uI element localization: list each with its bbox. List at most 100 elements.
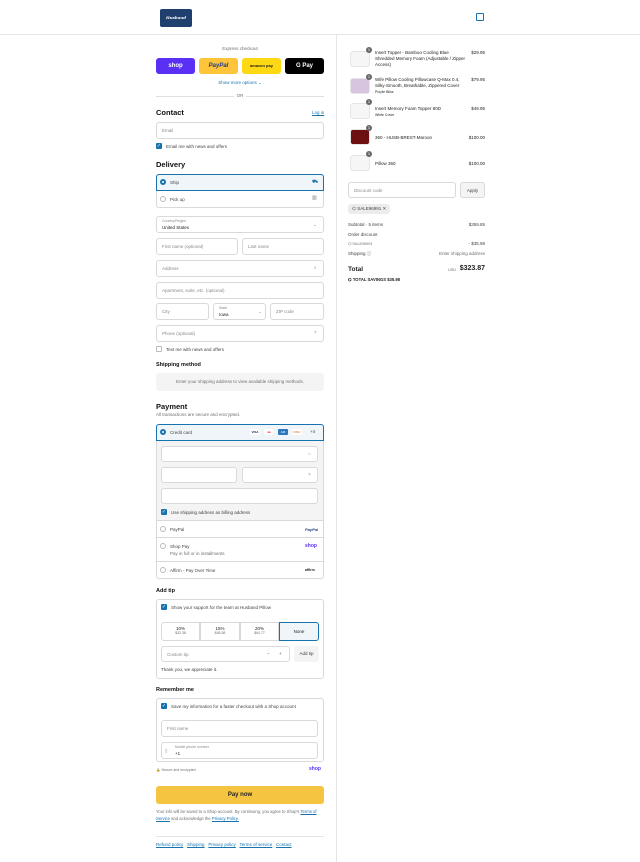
first-name-input[interactable]: First name (optional) bbox=[156, 238, 238, 255]
remember-checkbox[interactable]: ✓ bbox=[161, 703, 167, 709]
name-on-card-input[interactable] bbox=[161, 488, 318, 504]
country-select[interactable]: Country/Region United States ⌄ bbox=[156, 216, 324, 233]
custom-tip-input[interactable]: Custom tip − + bbox=[161, 646, 290, 662]
ship-option[interactable] bbox=[156, 174, 324, 191]
affirm-label: Affirm - Pay Over Time bbox=[170, 568, 216, 573]
login-link[interactable]: Log in bbox=[312, 110, 324, 115]
shipping-label: Shipping ⓘ bbox=[348, 251, 372, 256]
total-savings: ⌬ TOTAL SAVINGS $35.98 bbox=[348, 277, 401, 282]
text-me-checkbox[interactable] bbox=[156, 346, 162, 352]
google-pay-button[interactable]: G Pay bbox=[285, 58, 324, 74]
apply-button[interactable]: Apply bbox=[460, 182, 485, 198]
footer-divider bbox=[156, 836, 324, 837]
news-label: Email me with news and offers bbox=[166, 144, 227, 149]
discount-amount: - $35.98 bbox=[468, 241, 485, 246]
credit-card-radio[interactable] bbox=[160, 429, 166, 435]
mobile-phone-input[interactable]: ▯ Mobile phone number +1 bbox=[161, 742, 318, 759]
tip-option-20[interactable]: 20% $64.77 bbox=[240, 622, 279, 641]
expiry-input[interactable] bbox=[161, 467, 237, 483]
quantity-badge: 1 bbox=[366, 47, 372, 53]
quantity-badge: 1 bbox=[366, 74, 372, 80]
shop-pay-button[interactable]: shop bbox=[156, 58, 195, 74]
product-name: Wife Pillow Cooling Pillowcase Q-Max 0.4… bbox=[375, 77, 460, 88]
product-image bbox=[350, 103, 370, 119]
footer-terms[interactable]: Terms of service bbox=[240, 842, 273, 847]
tip-checkbox[interactable]: ✓ bbox=[161, 604, 167, 610]
state-select[interactable]: State Iowa ⌄ bbox=[213, 303, 266, 320]
tip-option-15[interactable]: 15% $48.58 bbox=[200, 622, 240, 641]
billing-checkbox[interactable]: ✓ bbox=[161, 509, 167, 515]
paypal-button[interactable]: PayPal bbox=[199, 58, 238, 74]
product-image bbox=[350, 155, 370, 171]
chevron-down-icon: ⌄ bbox=[313, 222, 317, 227]
order-summary-panel bbox=[336, 35, 640, 862]
address-input[interactable]: Address ⌕ bbox=[156, 260, 324, 277]
credit-card-label: Credit card bbox=[170, 430, 193, 435]
subtotal-value: $359.85 bbox=[468, 222, 485, 227]
paypal-radio[interactable] bbox=[160, 526, 166, 532]
decrement-icon: − bbox=[267, 651, 270, 656]
card-number-input[interactable]: ⌂ bbox=[161, 446, 318, 462]
discount-tag: ⌬ SALE96991 ✕ bbox=[348, 204, 391, 214]
tip-option-none[interactable]: None bbox=[279, 622, 319, 641]
help-icon: ? bbox=[308, 472, 311, 477]
chevron-down-icon: ⌄ bbox=[258, 309, 262, 314]
shipping-method-title: Shipping method bbox=[156, 362, 201, 368]
tip-thanks: Thank you, we appreciate it. bbox=[161, 667, 218, 672]
affirm-radio[interactable] bbox=[160, 567, 166, 573]
phone-icon: ▯ bbox=[165, 748, 168, 753]
shipping-message: Enter your shipping address to view avai… bbox=[156, 373, 324, 391]
quantity-badge: 1 bbox=[366, 125, 372, 131]
zip-input[interactable]: ZIP code bbox=[270, 303, 324, 320]
tag-icon: ⌬ bbox=[348, 277, 352, 282]
pickup-label: Pick up bbox=[170, 197, 185, 202]
tip-option-10[interactable]: 10% $32.38 bbox=[161, 622, 200, 641]
apartment-input[interactable]: Apartment, suite, etc. (optional) bbox=[156, 282, 324, 299]
discover-icon: DISC bbox=[292, 429, 302, 435]
shoppay-radio[interactable] bbox=[160, 543, 166, 549]
search-icon: ⌕ bbox=[314, 265, 317, 270]
store-logo[interactable]: Husband Pillow bbox=[160, 9, 192, 27]
footer-privacy[interactable]: Privacy policy bbox=[208, 842, 236, 847]
subtotal-label: Subtotal · 5 items bbox=[348, 222, 384, 227]
payment-title: Payment bbox=[156, 402, 188, 411]
close-icon[interactable]: ✕ bbox=[383, 206, 387, 211]
pay-now-button[interactable]: Pay now bbox=[156, 786, 324, 804]
news-checkbox[interactable]: ✓ bbox=[156, 143, 162, 149]
affirm-logo: affirm bbox=[305, 568, 315, 572]
secure-label: 🔒 Secure and encrypted bbox=[156, 768, 196, 772]
product-image bbox=[350, 78, 370, 94]
privacy-link[interactable]: Privacy Policy. bbox=[212, 816, 239, 821]
pickup-radio[interactable] bbox=[160, 196, 166, 202]
shipping-value: Enter shipping address bbox=[438, 251, 485, 256]
header: Husband Pillow bbox=[0, 0, 640, 35]
shoppay-sub: Pay in full or in installments bbox=[170, 551, 225, 556]
discount-input[interactable]: Discount code bbox=[348, 182, 456, 198]
product-price: $100.00 bbox=[468, 161, 485, 166]
add-tip-button[interactable]: Add tip bbox=[294, 646, 319, 662]
help-icon: ? bbox=[314, 330, 317, 335]
security-code-input[interactable]: ? bbox=[242, 467, 318, 483]
contact-title: Contact bbox=[156, 108, 184, 117]
ship-radio[interactable] bbox=[160, 179, 166, 185]
footer-contact[interactable]: Contact bbox=[276, 842, 292, 847]
product-name: Pillow 360 bbox=[375, 161, 396, 166]
remember-first-name-input[interactable]: First name bbox=[161, 720, 318, 737]
show-more-options-link[interactable]: Show more options ⌄ bbox=[156, 80, 324, 86]
shoppay-option[interactable] bbox=[156, 538, 324, 562]
product-name: 360 - HUSB-BREST-Maroon bbox=[375, 135, 433, 140]
product-variant: White Cover bbox=[375, 113, 395, 117]
cart-icon[interactable] bbox=[476, 13, 484, 21]
amazon-pay-button[interactable]: amazon pay bbox=[242, 58, 281, 74]
paypal-logo: PayPal bbox=[305, 527, 319, 532]
store-icon: ▥ bbox=[312, 195, 317, 201]
lock-icon: ⌂ bbox=[308, 451, 311, 456]
phone-input[interactable]: Phone (optional)? bbox=[156, 325, 324, 342]
payment-subtitle: All transactions are secure and encrypte… bbox=[156, 412, 241, 417]
email-input[interactable]: Email bbox=[156, 122, 324, 139]
city-input[interactable]: City bbox=[156, 303, 209, 320]
footer-refund[interactable]: Refund policy bbox=[156, 842, 183, 847]
footer-shipping[interactable]: Shipping bbox=[187, 842, 205, 847]
last-name-input[interactable]: Last name bbox=[242, 238, 324, 255]
quantity-badge: 1 bbox=[366, 151, 372, 157]
